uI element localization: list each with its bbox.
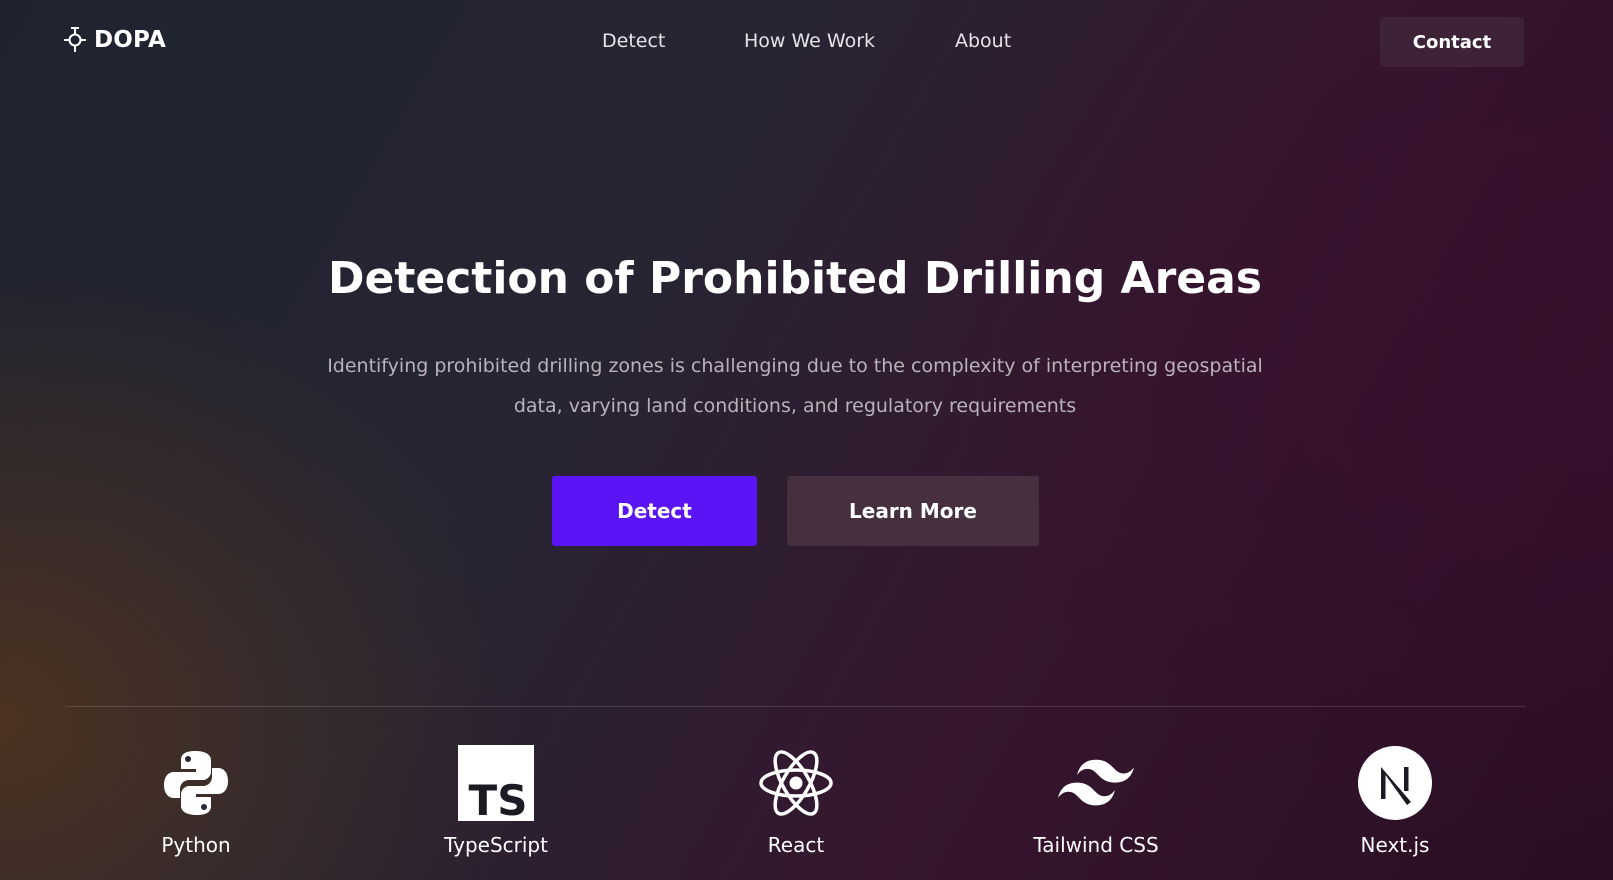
- tech-label: React: [767, 833, 825, 857]
- nextjs-icon: [1356, 744, 1434, 822]
- contact-button[interactable]: Contact: [1380, 17, 1524, 67]
- nav-link-about[interactable]: About: [955, 28, 1011, 54]
- hero-description: Identifying prohibited drilling zones is…: [327, 355, 1263, 417]
- tailwind-icon: [1057, 744, 1135, 822]
- section-divider: [66, 706, 1526, 707]
- tech-item-tailwind: Tailwind CSS: [996, 744, 1196, 858]
- svg-text:TS: TS: [469, 776, 528, 821]
- tech-label: TypeScript: [444, 833, 548, 857]
- logo-text: DOPA: [94, 27, 166, 53]
- tech-label: Tailwind CSS: [1033, 833, 1159, 857]
- typescript-icon: TS: [457, 744, 535, 822]
- crosshair-logo-icon: [64, 27, 86, 52]
- detect-button[interactable]: Detect: [552, 476, 757, 546]
- tech-label: Next.js: [1360, 833, 1430, 857]
- tech-label: Python: [161, 833, 231, 857]
- nav-link-how-we-work[interactable]: How We Work: [744, 28, 875, 54]
- python-icon: [157, 744, 235, 822]
- header: DOPA Detect How We Work About Contact: [0, 0, 1613, 84]
- react-icon: [757, 744, 835, 822]
- tech-item-python: Python: [96, 744, 296, 858]
- landing-page: DOPA Detect How We Work About Contact De…: [0, 0, 1613, 880]
- learn-more-button[interactable]: Learn More: [787, 476, 1039, 546]
- nav-link-detect[interactable]: Detect: [602, 28, 665, 54]
- logo[interactable]: DOPA: [64, 26, 166, 54]
- tech-item-typescript: TS TypeScript: [396, 744, 596, 858]
- hero-title: Detection of Prohibited Drilling Areas: [327, 253, 1262, 304]
- tech-item-nextjs: Next.js: [1295, 744, 1495, 858]
- tech-item-react: React: [696, 744, 896, 858]
